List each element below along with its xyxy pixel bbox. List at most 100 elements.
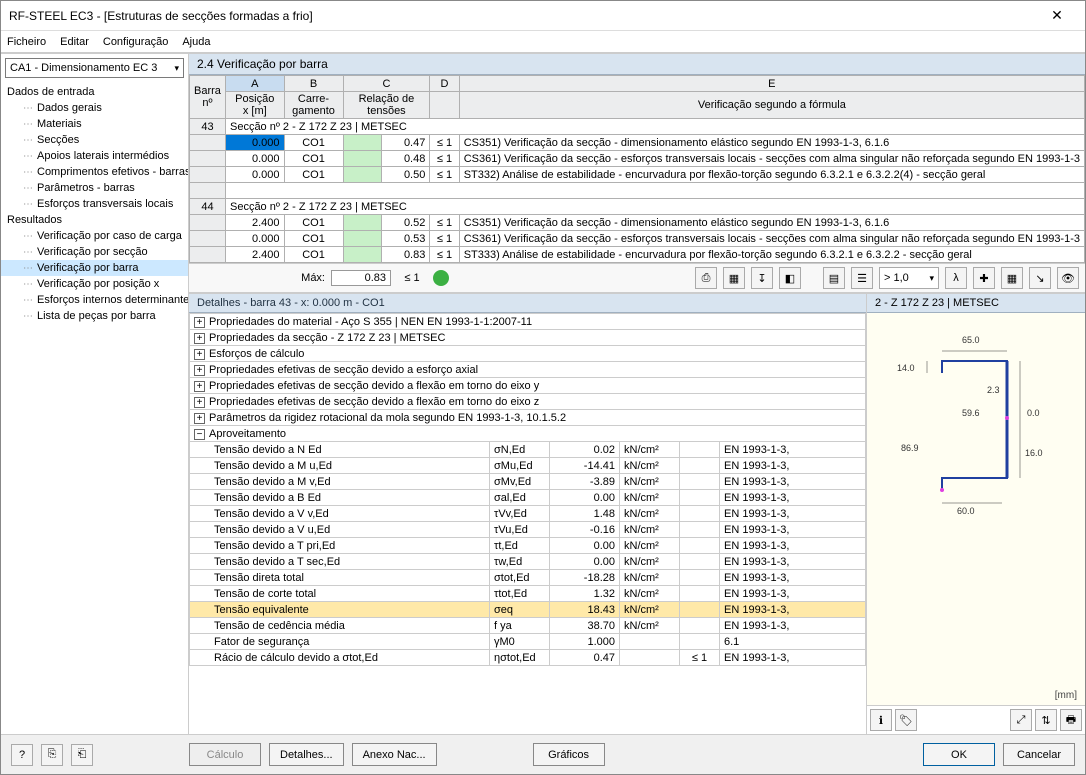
table-row[interactable]: 0.000CO10.48≤ 1CS361) Verificação da sec…	[190, 151, 1085, 167]
help-icon[interactable]: ?	[11, 744, 33, 766]
ok-button[interactable]: OK	[923, 743, 995, 766]
collapse-icon[interactable]: −	[194, 429, 205, 440]
expand-icon[interactable]: +	[194, 397, 205, 408]
tree-item-r5[interactable]: Esforços internos determinantes	[1, 292, 188, 308]
menu-help[interactable]: Ajuda	[182, 36, 210, 48]
unit-label: [mm]	[1055, 690, 1077, 701]
tree-item-materials[interactable]: Materiais	[1, 116, 188, 132]
window-title: RF-STEEL EC3 - [Estruturas de secções fo…	[9, 9, 1037, 23]
section-drawing	[887, 343, 1057, 593]
cancel-button[interactable]: Cancelar	[1003, 743, 1075, 766]
nav-tree: Dados de entrada Dados gerais Materiais …	[1, 82, 188, 734]
tool-icon-5[interactable]: λ	[945, 267, 967, 289]
preview-canvas[interactable]: 65.0 14.0 2.3 59.6 0.0 86.9 16.0 60.0 [m…	[867, 313, 1085, 705]
tree-item-lateral[interactable]: Apoios laterais intermédios	[1, 148, 188, 164]
expand-icon[interactable]: +	[194, 381, 205, 392]
close-icon[interactable]: ✕	[1037, 7, 1077, 24]
tool-icon-6[interactable]: ✚	[973, 267, 995, 289]
tool-icon-3[interactable]: ↧	[751, 267, 773, 289]
detail-row[interactable]: Tensão devido a M u,EdσMu,Ed-14.41kN/cm²…	[190, 458, 866, 474]
col-E[interactable]: E	[459, 76, 1084, 92]
info-icon[interactable]: ℹ	[870, 709, 892, 731]
detail-row[interactable]: Tensão devido a T pri,Edτt,Ed0.00kN/cm²E…	[190, 538, 866, 554]
flip-icon[interactable]: ⇅	[1035, 709, 1057, 731]
expand-icon[interactable]: +	[194, 365, 205, 376]
row-44[interactable]: 44	[190, 199, 226, 215]
detail-row[interactable]: Tensão de cedência médiaf ya38.70kN/cm²E…	[190, 618, 866, 634]
threshold-combo[interactable]: > 1,0▾	[879, 267, 939, 289]
case-combo[interactable]: CA1 - Dimensionamento EC 3 ▾	[5, 58, 184, 78]
preview-title: 2 - Z 172 Z 23 | METSEC	[867, 294, 1085, 313]
row-43[interactable]: 43	[190, 119, 226, 135]
table-row[interactable]: 0.000CO10.53≤ 1CS361) Verificação da sec…	[190, 231, 1085, 247]
section-preview: 2 - Z 172 Z 23 | METSEC	[867, 294, 1085, 734]
col-A[interactable]: A	[225, 76, 284, 92]
detail-row[interactable]: Tensão devido a T sec,Edτw,Ed0.00kN/cm²E…	[190, 554, 866, 570]
tool-icon-1[interactable]: ⎙	[695, 267, 717, 289]
excel-icon[interactable]: ▦	[1001, 267, 1023, 289]
axis-icon[interactable]: ⤢	[1010, 709, 1032, 731]
detail-row[interactable]: Tensão direta totalσtot,Ed-18.28kN/cm²EN…	[190, 570, 866, 586]
col-carr[interactable]: Carre- gamento	[284, 92, 343, 119]
footer: ? ⎘ ⎗ Cálculo Detalhes... Anexo Nac... G…	[1, 734, 1085, 774]
chevron-down-icon: ▾	[174, 63, 179, 74]
col-C[interactable]: C	[343, 76, 430, 92]
menu-config[interactable]: Configuração	[103, 36, 168, 48]
col-D[interactable]: D	[430, 76, 459, 92]
detail-row[interactable]: Tensão devido a V v,EdτVv,Ed1.48kN/cm²EN…	[190, 506, 866, 522]
tree-item-sections[interactable]: Secções	[1, 132, 188, 148]
detail-row[interactable]: Tensão devido a M v,EdσMv,Ed-3.89kN/cm²E…	[190, 474, 866, 490]
detail-row[interactable]: Fator de segurançaγM01.0006.1	[190, 634, 866, 650]
detail-row[interactable]: Tensão devido a V u,EdτVu,Ed-0.16kN/cm²E…	[190, 522, 866, 538]
calc-button[interactable]: Cálculo	[189, 743, 261, 766]
detail-row[interactable]: Rácio de cálculo devido a σtot,Edησtot,E…	[190, 650, 866, 666]
tree-item-r3[interactable]: Verificação por barra	[1, 260, 188, 276]
filter-icon[interactable]: ▤	[823, 267, 845, 289]
table-row[interactable]: 0.000CO10.47≤ 1CS351) Verificação da sec…	[190, 135, 1085, 151]
graphics-button[interactable]: Gráficos	[533, 743, 605, 766]
tree-item-params[interactable]: Parâmetros - barras	[1, 180, 188, 196]
expand-icon[interactable]: +	[194, 317, 205, 328]
details-button[interactable]: Detalhes...	[269, 743, 344, 766]
table-row[interactable]: 2.400CO10.83≤ 1ST333) Análise de estabil…	[190, 247, 1085, 263]
tag-icon[interactable]: 🏷	[895, 709, 917, 731]
titlebar: RF-STEEL EC3 - [Estruturas de secções fo…	[1, 1, 1085, 31]
col-barra[interactable]: Barra nº	[190, 76, 226, 119]
export-icon[interactable]: ⎘	[41, 744, 63, 766]
expand-icon[interactable]: +	[194, 413, 205, 424]
tool-icon-4[interactable]: ◧	[779, 267, 801, 289]
import-icon[interactable]: ⎗	[71, 744, 93, 766]
tree-item-r1[interactable]: Verificação por caso de carga	[1, 228, 188, 244]
menu-file[interactable]: Ficheiro	[7, 36, 46, 48]
app-window: RF-STEEL EC3 - [Estruturas de secções fo…	[0, 0, 1086, 775]
print-icon[interactable]: 🖶	[1060, 709, 1082, 731]
results-grid[interactable]: Barra nº A B C D E Posição x [m] Carre- …	[189, 75, 1085, 263]
tree-item-r4[interactable]: Verificação por posição x	[1, 276, 188, 292]
col-rel[interactable]: Relação de tensões	[343, 92, 430, 119]
tool-icon-2[interactable]: ▦	[723, 267, 745, 289]
annex-button[interactable]: Anexo Nac...	[352, 743, 437, 766]
details-grid[interactable]: +Propriedades do material - Aço S 355 | …	[189, 313, 866, 734]
tool-icon-7[interactable]: ↘	[1029, 267, 1051, 289]
tree-item-r6[interactable]: Lista de peças por barra	[1, 308, 188, 324]
detail-row[interactable]: Tensão de corte totalτtot,Ed1.32kN/cm²EN…	[190, 586, 866, 602]
tree-item-transv[interactable]: Esforços transversais locais	[1, 196, 188, 212]
menu-edit[interactable]: Editar	[60, 36, 89, 48]
tree-group-results[interactable]: Resultados	[1, 212, 188, 228]
col-B[interactable]: B	[284, 76, 343, 92]
col-ver[interactable]: Verificação segundo a fórmula	[459, 92, 1084, 119]
table-row[interactable]: 0.000CO10.50≤ 1ST332) Análise de estabil…	[190, 167, 1085, 183]
tree-group-input[interactable]: Dados de entrada	[1, 84, 188, 100]
expand-icon[interactable]: +	[194, 349, 205, 360]
detail-row[interactable]: Tensão devido a B Edσal,Ed0.00kN/cm²EN 1…	[190, 490, 866, 506]
tree-item-general[interactable]: Dados gerais	[1, 100, 188, 116]
sort-icon[interactable]: ☰	[851, 267, 873, 289]
eye-icon[interactable]: 👁	[1057, 267, 1079, 289]
table-row[interactable]: 2.400CO10.52≤ 1CS351) Verificação da sec…	[190, 215, 1085, 231]
expand-icon[interactable]: +	[194, 333, 205, 344]
detail-row[interactable]: Tensão devido a N EdσN,Ed0.02kN/cm²EN 19…	[190, 442, 866, 458]
tree-item-efflen[interactable]: Comprimentos efetivos - barras	[1, 164, 188, 180]
col-pos[interactable]: Posição x [m]	[225, 92, 284, 119]
detail-row[interactable]: Tensão equivalenteσeq18.43kN/cm²EN 1993-…	[190, 602, 866, 618]
tree-item-r2[interactable]: Verificação por secção	[1, 244, 188, 260]
